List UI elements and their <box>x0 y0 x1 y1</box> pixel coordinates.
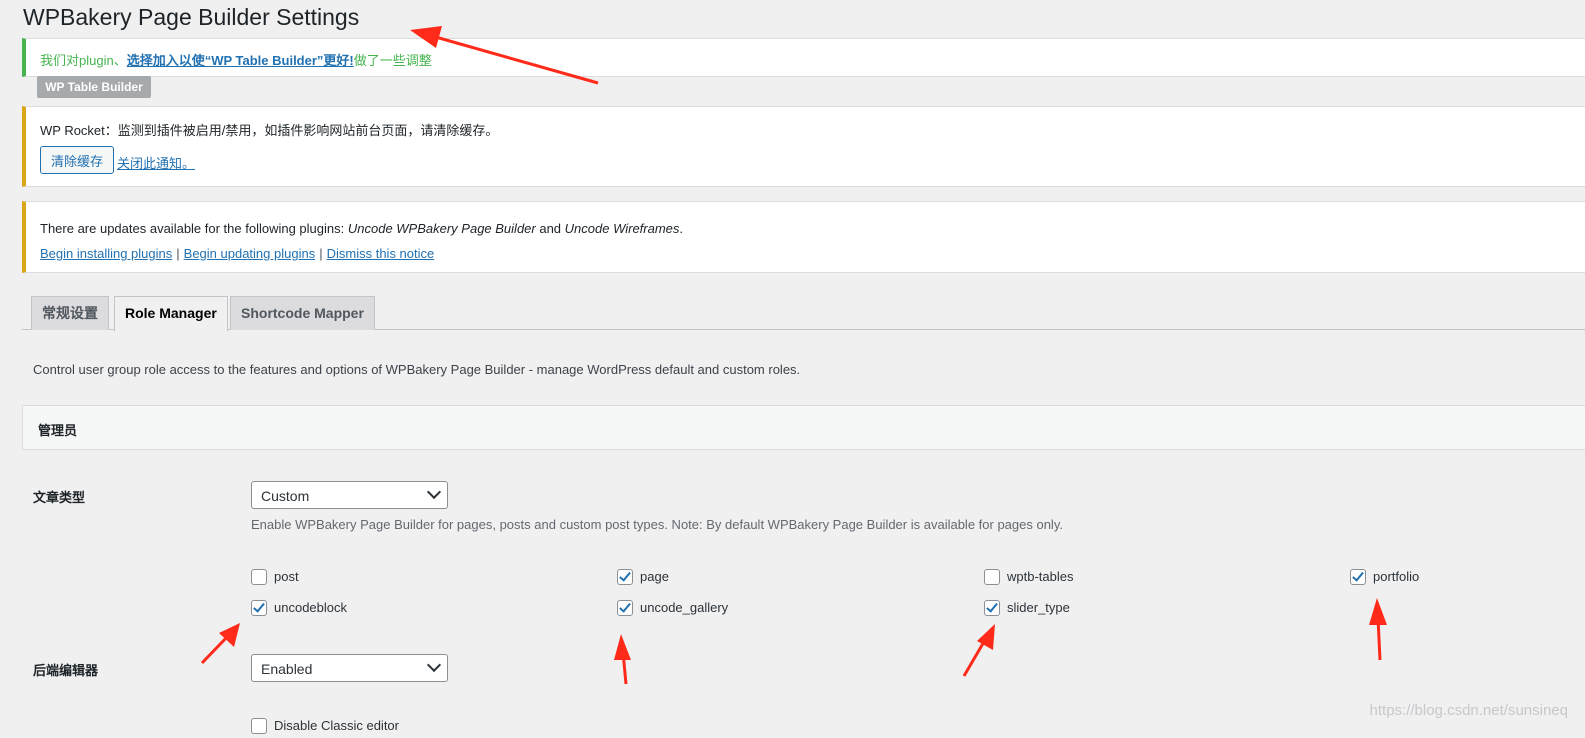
plugin-updates-notice: There are updates available for the foll… <box>22 201 1585 273</box>
checkbox-label: Disable Classic editor <box>274 718 399 733</box>
tab-general-settings[interactable]: 常规设置 <box>31 296 109 330</box>
plugin-name-2: Uncode Wireframes <box>564 221 680 236</box>
post-types-select-value: Custom <box>261 488 310 504</box>
tab-shortcode-mapper[interactable]: Shortcode Mapper <box>230 296 375 330</box>
checkbox-box[interactable] <box>617 600 633 616</box>
checkbox-label: slider_type <box>1007 600 1070 615</box>
post-types-help: Enable WPBakery Page Builder for pages, … <box>251 517 1063 532</box>
checkbox-label: page <box>640 569 669 584</box>
checkbox-box[interactable] <box>251 600 267 616</box>
updates-links: Begin installing plugins | Begin updating … <box>40 246 434 261</box>
link-separator: | <box>319 246 323 261</box>
checkbox-box[interactable] <box>984 600 1000 616</box>
checkbox-label: uncodeblock <box>274 600 347 615</box>
updates-prefix: There are updates available for the foll… <box>40 221 348 236</box>
optin-suffix: 做了一些调整 <box>353 53 432 68</box>
chevron-down-icon <box>426 657 442 673</box>
optin-link[interactable]: 选择加入以使“WP Table Builder”更好! <box>127 53 354 68</box>
annotation-arrow-icon <box>614 634 631 685</box>
post-types-select[interactable]: Custom <box>251 481 448 509</box>
checkbox-label: portfolio <box>1373 569 1420 584</box>
checkbox-label: wptb-tables <box>1007 569 1074 584</box>
role-name: 管理员 <box>38 423 78 438</box>
annotation-arrow-icon <box>962 624 995 677</box>
checkbox-box[interactable] <box>1350 569 1366 585</box>
backend-editor-label: 后端编辑器 <box>33 663 99 678</box>
checkbox-box[interactable] <box>251 569 267 585</box>
plugin-name-1: Uncode WPBakery Page Builder <box>347 221 536 236</box>
chevron-down-icon <box>426 484 442 500</box>
wp-table-builder-badge: WP Table Builder <box>37 76 151 98</box>
post-types-label: 文章类型 <box>33 490 86 505</box>
updates-notice-text: There are updates available for the foll… <box>40 221 683 236</box>
wp-rocket-notice-text: WP Rocket：监测到插件被启用/禁用，如插件影响网站前台页面，请清除缓存。 <box>40 123 499 138</box>
annotation-arrow-icon <box>200 623 240 665</box>
link-separator: | <box>176 246 180 261</box>
annotation-arrow-icon <box>1369 598 1387 661</box>
role-manager-description: Control user group role access to the fe… <box>33 362 801 377</box>
checkbox-box[interactable] <box>984 569 1000 585</box>
begin-updating-link[interactable]: Begin updating plugins <box>184 246 316 261</box>
dismiss-notice-link[interactable]: 关闭此通知。 <box>117 153 195 172</box>
plugin-optin-notice: 我们对plugin、选择加入以使“WP Table Builder”更好!做了一… <box>22 38 1585 77</box>
wp-rocket-notice: WP Rocket：监测到插件被启用/禁用，如插件影响网站前台页面，请清除缓存。… <box>22 106 1585 187</box>
tab-role-manager[interactable]: Role Manager <box>114 296 228 331</box>
watermark-text: https://blog.csdn.net/sunsineq <box>1369 702 1568 719</box>
role-panel-administrator[interactable]: 管理员 <box>22 405 1585 450</box>
updates-period: . <box>679 221 684 236</box>
backend-editor-select[interactable]: Enabled <box>251 654 448 682</box>
clear-cache-button[interactable]: 清除缓存 <box>40 146 115 174</box>
backend-editor-select-value: Enabled <box>261 661 313 677</box>
checkbox-box[interactable] <box>251 718 267 734</box>
begin-installing-link[interactable]: Begin installing plugins <box>40 246 172 261</box>
checkbox-label: uncode_gallery <box>640 600 729 615</box>
checkbox-box[interactable] <box>617 569 633 585</box>
page-title: WPBakery Page Builder Settings <box>23 4 360 30</box>
checkbox-label: post <box>274 569 299 584</box>
optin-notice-text: 我们对plugin、选择加入以使“WP Table Builder”更好!做了一… <box>40 50 432 69</box>
updates-and: and <box>535 221 565 236</box>
optin-prefix: 我们对plugin、 <box>40 53 127 68</box>
dismiss-updates-link[interactable]: Dismiss this notice <box>327 246 435 261</box>
